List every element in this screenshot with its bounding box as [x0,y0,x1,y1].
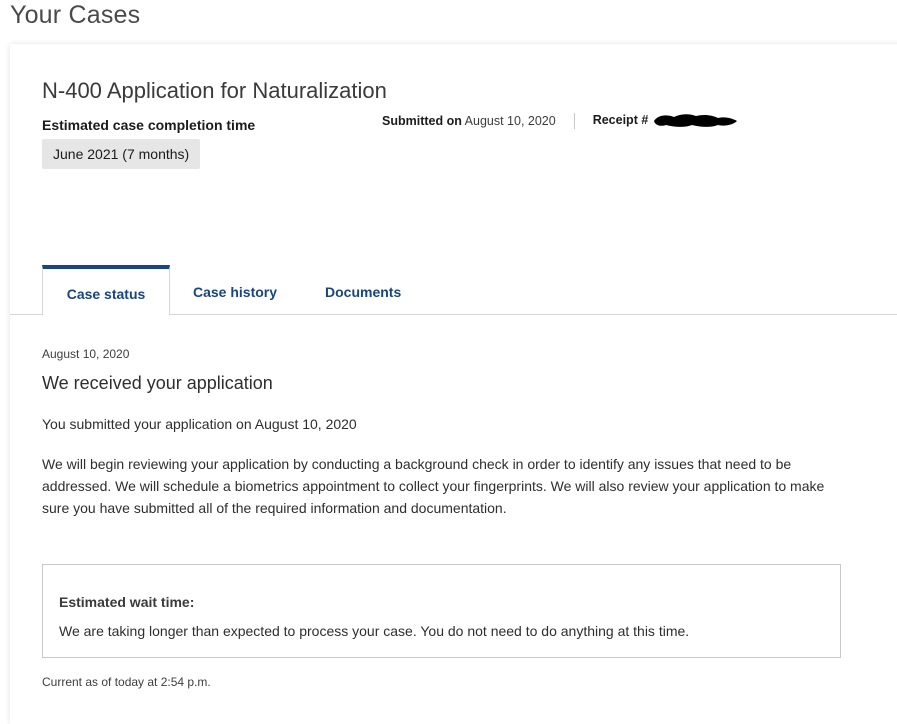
status-description: We will begin reviewing your application… [42,456,825,516]
case-card: N-400 Application for Naturalization Est… [10,44,897,724]
case-tabs: Case status Case history Documents [10,265,897,315]
status-heading: We received your application [42,373,273,393]
status-summary: You submitted your application on August… [42,416,357,432]
estimated-completion-badge: June 2021 (7 months) [42,139,201,169]
tab-case-status[interactable]: Case status [42,265,170,315]
case-title: N-400 Application for Naturalization [42,78,387,103]
redacted-receipt-number [654,113,738,127]
receipt-info: Receipt # [593,113,739,128]
receipt-label: Receipt # [592,113,649,128]
tab-documents[interactable]: Documents [325,265,401,314]
case-meta: Submitted on August 10, 2020 Receipt # [382,113,738,129]
meta-divider [573,113,575,129]
status-date: August 10, 2020 [42,347,130,361]
tab-case-history[interactable]: Case history [193,265,277,314]
estimated-completion-label: Estimated case completion time [42,117,256,133]
wait-text: We are taking longer than expected to pr… [59,623,690,639]
page-title: Your Cases [10,1,141,29]
submitted-label: Submitted on [382,114,462,128]
estimated-wait-box: Estimated wait time: We are taking longe… [42,564,841,658]
submitted-date: August 10, 2020 [464,114,556,128]
current-as-of: Current as of today at 2:54 p.m. [42,675,211,689]
wait-label: Estimated wait time: [59,594,195,610]
submitted-info: Submitted on August 10, 2020 [382,114,556,128]
